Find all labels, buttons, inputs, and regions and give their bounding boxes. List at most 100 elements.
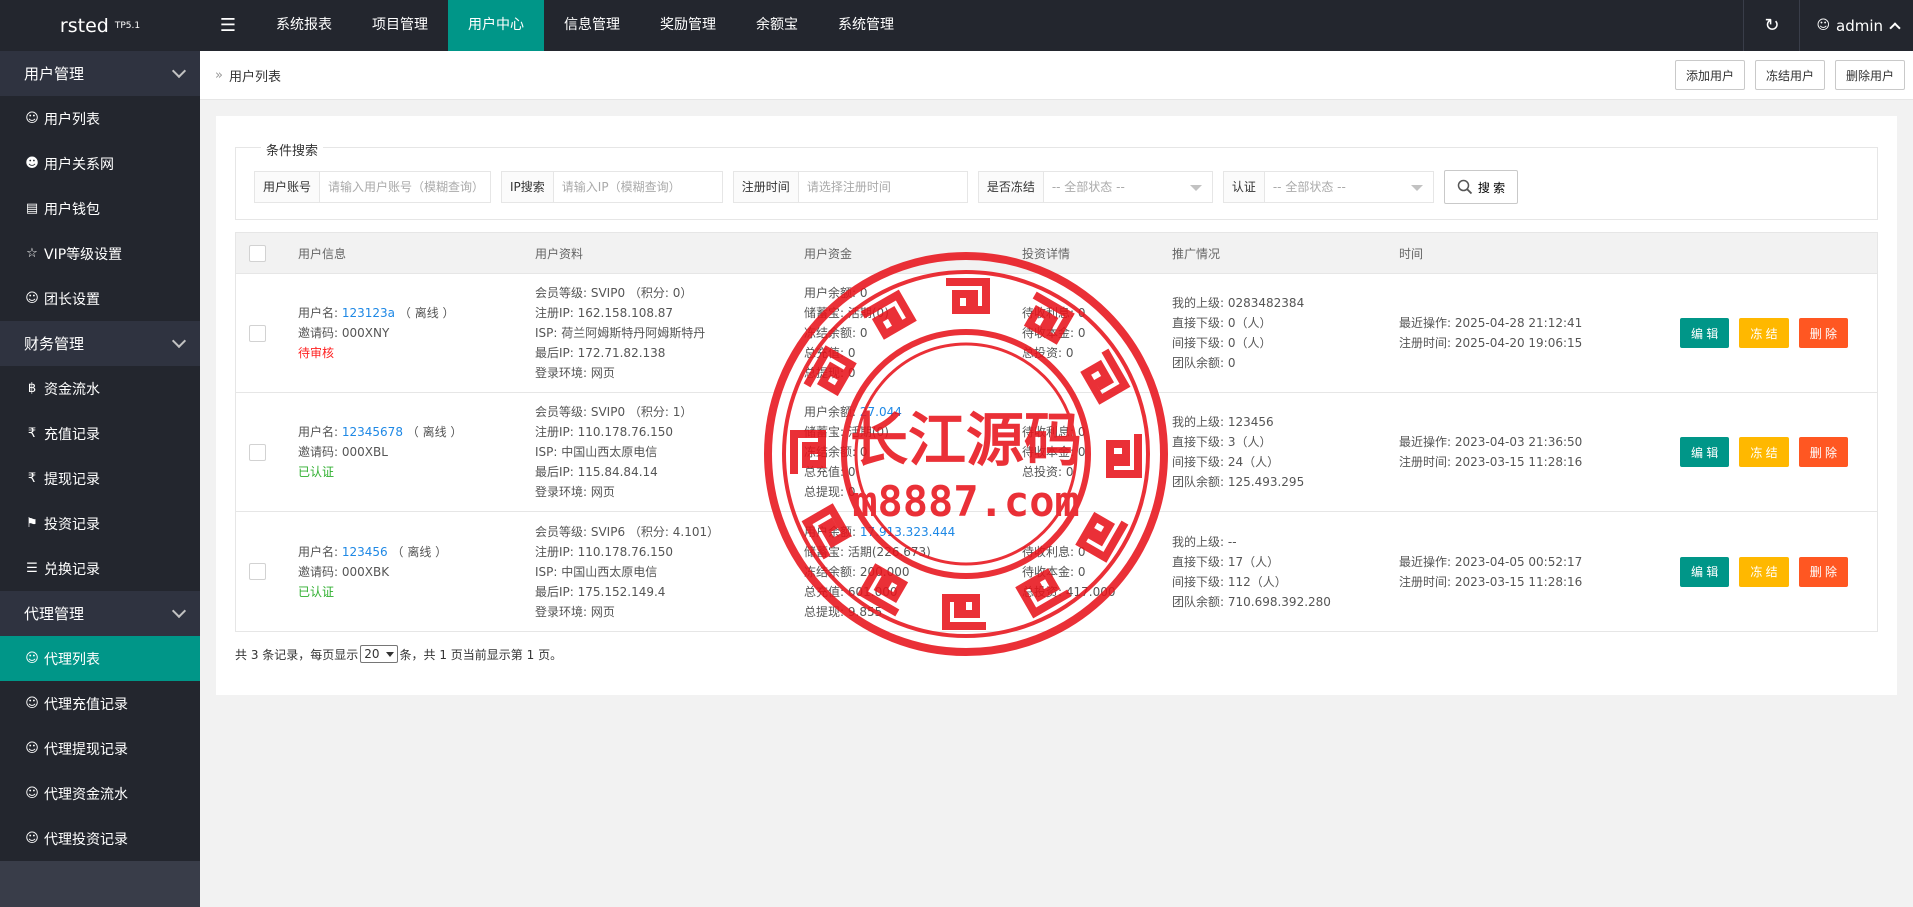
top-tab-0[interactable]: 系统报表 <box>256 0 352 51</box>
row-checkbox[interactable] <box>249 324 266 342</box>
sidebar-group-1[interactable]: 财务管理 <box>0 321 200 366</box>
header-time: 时间 <box>1399 246 1424 261</box>
fund-label: 储蓄宝: <box>804 306 845 320</box>
sidebar-item-2-3[interactable]: ☺ 代理资金流水 <box>0 771 200 816</box>
user-info-cell: 用户名: 123123a （ 离线 ） 邀请码: 000XNY 待审核 <box>298 303 455 363</box>
online-status: （ 离线 ） <box>406 425 463 439</box>
delete-button[interactable]: 删 除 <box>1798 556 1849 587</box>
sidebar-item-label: 代理资金流水 <box>44 786 128 803</box>
freeze-button[interactable]: 冻 结 <box>1739 556 1789 587</box>
sidebar-item-0-1[interactable]: ☻ 用户关系网 <box>0 141 200 186</box>
edit-button[interactable]: 编 辑 <box>1680 318 1730 348</box>
fund-label: 冻结余额: <box>804 326 857 340</box>
flag-icon: ⚑ <box>26 516 38 531</box>
promo-line: 直接下级: 3（人） <box>1172 435 1272 449</box>
top-navbar: ☰ 系统报表 项目管理 用户中心 信息管理 奖励管理 余额宝 系统管理 ↻ ☺ admin <box>200 0 1913 51</box>
sidebar-item-2-0[interactable]: ☺ 代理列表 <box>0 636 200 681</box>
account-input[interactable] <box>320 172 491 202</box>
time-cell: 最近操作: 2023-04-05 00:52:17 注册时间: 2023-03-1… <box>1399 552 1582 592</box>
freeze-button[interactable]: 冻 结 <box>1739 437 1789 467</box>
fund-value: 200.000 <box>859 564 910 579</box>
sidebar-item-label: 代理提现记录 <box>44 741 128 758</box>
brand-version: TP5.1 <box>114 20 141 31</box>
menu-toggle-icon[interactable]: ☰ <box>200 0 256 51</box>
user-network-icon: ☻ <box>25 156 39 171</box>
wallet-icon: ▤ <box>25 201 39 216</box>
user-menu[interactable]: ☺ admin <box>1799 0 1913 51</box>
sidebar: rsted TP5.1 用户管理 ☺ 用户列表 ☻ 用户关系网 ▤ 用户钱包 ☆ VIP等级设置 ☺… <box>0 0 200 907</box>
fund-label: 用户余额: <box>804 286 857 300</box>
top-tab-6[interactable]: 系统管理 <box>818 0 914 51</box>
sidebar-item-1-0[interactable]: ฿ 资金流水 <box>0 366 200 411</box>
delete-button[interactable]: 删 除 <box>1798 437 1849 467</box>
sidebar-group-2[interactable]: 代理管理 <box>0 591 200 636</box>
top-tab-5[interactable]: 余额宝 <box>736 0 818 51</box>
profile-line: 最后IP: 115.84.84.14 <box>535 465 658 479</box>
main-card: 条件搜索 用户账号 IP搜索 注册时间 是否冻结 -- 全部状态 -- <box>216 116 1897 695</box>
user-info-cell: 用户名: 12345678 （ 离线 ） 邀请码: 000XBL 已认证 <box>298 422 462 482</box>
select-all-checkbox[interactable] <box>249 244 266 262</box>
sidebar-item-0-2[interactable]: ▤ 用户钱包 <box>0 186 200 231</box>
sidebar-item-2-1[interactable]: ☺ 代理充值记录 <box>0 681 200 726</box>
header-funds: 用户资金 <box>804 246 853 261</box>
table-header: 用户信息 用户资料 用户资金 投资详情 推广情况 时间 <box>236 233 1877 274</box>
row-checkbox[interactable] <box>249 563 266 580</box>
table-row: 用户名: 123456 （ 离线 ）邀请码: 000XBK 已认证 会员等级: SV… <box>236 512 1877 631</box>
top-tab-4[interactable]: 奖励管理 <box>640 0 736 51</box>
sidebar-item-2-2[interactable]: ☺ 代理提现记录 <box>0 726 200 771</box>
invite-code: 邀请码: 000XBK <box>298 564 390 579</box>
row-actions: 编 辑冻 结删 除 <box>1680 556 1849 587</box>
fund-value: 活期(226.673) <box>847 544 931 559</box>
refresh-icon[interactable]: ↻ <box>1743 0 1799 51</box>
edit-button[interactable]: 编 辑 <box>1680 556 1730 587</box>
sidebar-item-2-4[interactable]: ☺ 代理投资记录 <box>0 816 200 861</box>
verify-select[interactable]: -- 全部状态 -- <box>1265 172 1433 202</box>
freeze-filter: 是否冻结 -- 全部状态 -- <box>977 171 1213 203</box>
sidebar-item-1-4[interactable]: ☰ 兑换记录 <box>0 546 200 591</box>
promo-cell: 我的上级: 0283482384 直接下级: 0（人） 间接下级: 0（人） 团队余额… <box>1172 293 1304 373</box>
sidebar-item-1-3[interactable]: ⚑ 投资记录 <box>0 501 200 546</box>
fund-label: 用户余额: <box>804 405 857 419</box>
delete-user-button[interactable]: 删除用户 <box>1834 60 1905 90</box>
freeze-button[interactable]: 冻 结 <box>1739 318 1789 348</box>
promo-line: 团队余额: 710.698.392.280 <box>1172 594 1331 609</box>
ip-label: IP搜索 <box>502 172 554 202</box>
brand-logo[interactable]: rsted TP5.1 <box>0 0 200 51</box>
username-link[interactable]: 12345678 <box>342 425 403 439</box>
fund-label: 总充值: <box>804 584 845 599</box>
ip-input[interactable] <box>553 172 722 202</box>
search-button[interactable]: 搜 索 <box>1443 170 1519 204</box>
user-info-cell: 用户名: 123456 （ 离线 ）邀请码: 000XBK 已认证 <box>298 542 447 602</box>
top-tab-1[interactable]: 项目管理 <box>352 0 448 51</box>
dropdown-arrow-icon <box>1410 185 1423 191</box>
freeze-select[interactable]: -- 全部状态 -- <box>1044 172 1212 202</box>
fund-line: 用户余额: 17.913.323.444 <box>804 522 955 542</box>
reg-time-input[interactable] <box>798 172 967 202</box>
top-tab-3[interactable]: 信息管理 <box>544 0 640 51</box>
username-link[interactable]: 123123a <box>342 306 395 320</box>
top-tab-2[interactable]: 用户中心 <box>448 0 544 51</box>
add-user-button[interactable]: 添加用户 <box>1674 60 1745 90</box>
edit-button[interactable]: 编 辑 <box>1680 437 1730 467</box>
top-tabs: 系统报表 项目管理 用户中心 信息管理 奖励管理 余额宝 系统管理 <box>256 0 914 51</box>
promo-cell: 我的上级: -- 直接下级: 17（人） 间接下级: 112（人） 团队余额: 710… <box>1172 532 1331 612</box>
sidebar-item-1-2[interactable]: ₹ 提现记录 <box>0 456 200 501</box>
pager-prefix: 共 3 条记录，每页显示 <box>235 647 359 662</box>
sidebar-item-0-0[interactable]: ☺ 用户列表 <box>0 96 200 141</box>
search-icon <box>1457 179 1472 195</box>
fund-label: 冻结余额: <box>804 564 857 579</box>
username-link[interactable]: 123456 <box>342 545 388 559</box>
sidebar-item-0-4[interactable]: ☺ 团长设置 <box>0 276 200 321</box>
page-size-select[interactable]: 20 <box>360 645 398 663</box>
header-user-info: 用户信息 <box>298 246 347 261</box>
sidebar-item-label: 提现记录 <box>44 471 100 488</box>
sidebar-item-1-1[interactable]: ₹ 充值记录 <box>0 411 200 456</box>
sidebar-item-0-3[interactable]: ☆ VIP等级设置 <box>0 231 200 276</box>
freeze-user-button[interactable]: 冻结用户 <box>1754 60 1825 90</box>
profile-line: ISP: 中国山西太原电信 <box>535 445 658 459</box>
delete-button[interactable]: 删 除 <box>1798 318 1849 348</box>
bitcoin-icon: ฿ <box>27 381 37 396</box>
sidebar-group-label: 用户管理 <box>24 65 85 83</box>
sidebar-group-0[interactable]: 用户管理 <box>0 51 200 96</box>
row-checkbox[interactable] <box>249 443 266 461</box>
